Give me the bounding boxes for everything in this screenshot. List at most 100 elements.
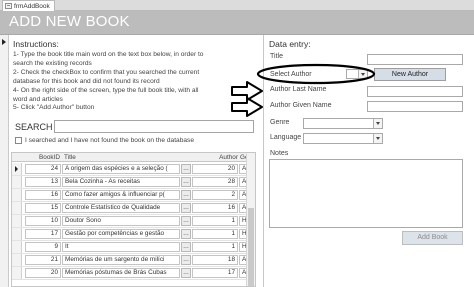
- grid-vertical-scrollbar[interactable]: [246, 153, 255, 286]
- scrollbar-thumb[interactable]: [248, 208, 254, 286]
- table-row[interactable]: 10 Doutor Sono … 1 Ho: [12, 215, 255, 228]
- table-row[interactable]: 9 It … 1 Ho: [12, 241, 255, 254]
- table-row[interactable]: 24 A origem das espécies e a seleção ( ……: [12, 163, 255, 176]
- cell-bookid[interactable]: 16: [25, 190, 61, 200]
- chevron-down-icon[interactable]: [358, 70, 367, 78]
- lookup-button[interactable]: …: [181, 268, 191, 278]
- cell-author[interactable]: 28: [192, 177, 238, 187]
- cell-title[interactable]: Gestão por competências e gestão: [62, 229, 180, 239]
- cell-bookid[interactable]: 15: [25, 203, 61, 213]
- row-selector[interactable]: [12, 176, 22, 188]
- lookup-button[interactable]: …: [181, 216, 191, 226]
- cell-title[interactable]: Memórias de um sargento de milíci: [62, 255, 180, 265]
- notes-label: Notes: [270, 150, 289, 157]
- row-selector[interactable]: [12, 215, 22, 227]
- cell-author[interactable]: 2: [192, 190, 238, 200]
- form-tab[interactable]: frmAddBook: [2, 0, 55, 11]
- cell-author[interactable]: 18: [192, 255, 238, 265]
- cell-bookid[interactable]: 21: [25, 255, 61, 265]
- chevron-down-icon[interactable]: [373, 119, 382, 128]
- cell-author[interactable]: 20: [192, 164, 238, 174]
- cell-bookid[interactable]: 13: [25, 177, 61, 187]
- author-given-name-field[interactable]: [367, 101, 463, 112]
- genre-combo[interactable]: [303, 118, 383, 129]
- instruction-line: database for this book and did not found…: [13, 77, 160, 85]
- confirm-search-checkbox[interactable]: [15, 137, 22, 144]
- confirm-search-label: I searched and I have not found the book…: [25, 137, 195, 144]
- grid-header: BookID Title Author Ge: [12, 153, 255, 162]
- lookup-button[interactable]: …: [181, 203, 191, 213]
- row-selector[interactable]: [12, 241, 22, 253]
- row-selector[interactable]: [12, 228, 22, 240]
- cell-title[interactable]: Bela Cozinha - As receitas: [62, 177, 180, 187]
- cell-bookid[interactable]: 20: [25, 268, 61, 278]
- instruction-line: 5- Click "Add Author" button: [13, 104, 95, 112]
- cell-title[interactable]: It: [62, 242, 180, 252]
- instructions-title: Instructions:: [13, 39, 59, 49]
- table-row[interactable]: 16 Como fazer amigos & influenciar p( … …: [12, 189, 255, 202]
- cell-title[interactable]: Como fazer amigos & influenciar p(: [62, 190, 180, 200]
- instructions-text: 1- Type the book title main word on the …: [13, 51, 261, 113]
- cell-author[interactable]: 17: [192, 268, 238, 278]
- record-selector[interactable]: [0, 35, 9, 287]
- data-entry-panel: Data entry: Title Select Author New Auth…: [264, 35, 474, 287]
- cell-bookid[interactable]: 17: [25, 229, 61, 239]
- current-record-arrow-icon: [2, 39, 6, 45]
- row-selector[interactable]: [12, 267, 22, 279]
- lookup-button[interactable]: …: [181, 255, 191, 265]
- lookup-button[interactable]: …: [181, 164, 191, 174]
- cell-title[interactable]: Doutor Sono: [62, 216, 180, 226]
- cell-bookid[interactable]: 9: [25, 242, 61, 252]
- data-entry-title: Data entry:: [269, 39, 311, 49]
- instruction-line: 4- On the right side of the screen, type…: [13, 86, 199, 94]
- cell-bookid[interactable]: 10: [25, 216, 61, 226]
- column-header-author[interactable]: Author: [212, 153, 238, 162]
- new-author-button[interactable]: New Author: [374, 68, 446, 81]
- language-label: Language: [270, 134, 302, 141]
- cell-bookid[interactable]: 24: [25, 164, 61, 174]
- cell-author[interactable]: 16: [192, 203, 238, 213]
- confirm-search-row: I searched and I have not found the book…: [15, 137, 194, 144]
- row-selector[interactable]: [12, 163, 22, 175]
- chevron-down-icon[interactable]: [373, 134, 382, 143]
- table-row[interactable]: 13 Bela Cozinha - As receitas … 28 Ac: [12, 176, 255, 189]
- select-author-combo[interactable]: [346, 69, 368, 79]
- form-icon: [5, 3, 12, 9]
- genre-label: Genre: [270, 119, 290, 126]
- notes-field[interactable]: [269, 159, 463, 228]
- form-header: ADD NEW BOOK: [0, 11, 474, 34]
- add-book-button[interactable]: Add Book: [402, 231, 463, 245]
- instruction-line: 2- Check the checkBox to confirm that yo…: [13, 68, 200, 76]
- cell-author[interactable]: 1: [192, 242, 238, 252]
- instruction-line: search the existing records: [13, 59, 92, 67]
- cell-title[interactable]: Memórias póstumas de Brás Cubas: [62, 268, 180, 278]
- books-grid: BookID Title Author Ge 24 A origem das e…: [11, 152, 256, 287]
- column-header-bookid[interactable]: BookID: [32, 153, 60, 162]
- select-author-label: Select Author: [270, 71, 312, 78]
- author-last-name-field[interactable]: [367, 86, 463, 97]
- author-last-name-label: Author Last Name: [270, 86, 327, 93]
- table-row[interactable]: 15 Controle Estatístico de Qualidade … 1…: [12, 202, 255, 215]
- cell-author[interactable]: 1: [192, 229, 238, 239]
- cell-title[interactable]: Controle Estatístico de Qualidade: [62, 203, 180, 213]
- row-selector[interactable]: [12, 202, 22, 214]
- lookup-button[interactable]: …: [181, 177, 191, 187]
- row-selector[interactable]: [12, 254, 22, 266]
- table-row[interactable]: 21 Memórias de um sargento de milíci … 1…: [12, 254, 255, 267]
- lookup-button[interactable]: …: [181, 242, 191, 252]
- row-selector[interactable]: [12, 189, 22, 201]
- language-combo[interactable]: [303, 133, 383, 144]
- instruction-line: 1- Type the book title main word on the …: [13, 51, 204, 58]
- column-header-title[interactable]: Title: [64, 153, 174, 162]
- title-label: Title: [270, 53, 283, 60]
- table-row[interactable]: 17 Gestão por competências e gestão … 1 …: [12, 228, 255, 241]
- lookup-button[interactable]: …: [181, 190, 191, 200]
- search-input[interactable]: [54, 120, 254, 133]
- title-field[interactable]: [367, 54, 463, 65]
- cell-author[interactable]: 1: [192, 216, 238, 226]
- cell-title[interactable]: A origem das espécies e a seleção (: [62, 164, 180, 174]
- form-tab-bar: frmAddBook: [0, 0, 474, 11]
- table-row[interactable]: 20 Memórias póstumas de Brás Cubas … 17 …: [12, 267, 255, 280]
- lookup-button[interactable]: …: [181, 229, 191, 239]
- author-given-name-label: Author Given Name: [270, 102, 332, 109]
